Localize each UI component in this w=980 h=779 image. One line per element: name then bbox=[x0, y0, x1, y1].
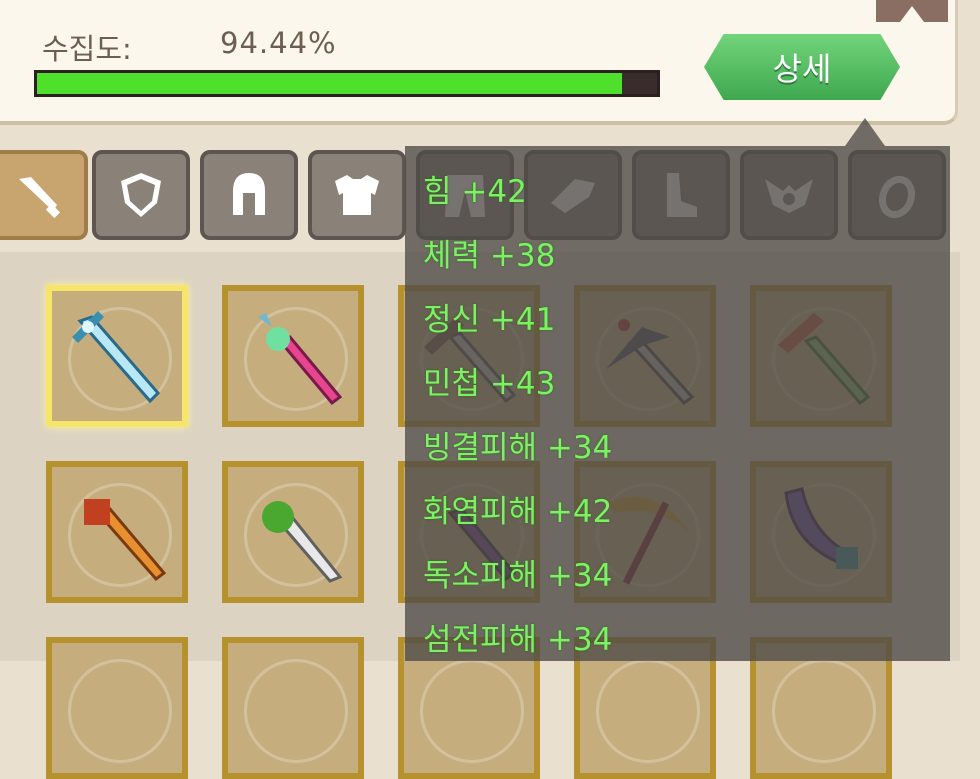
tab-shield[interactable] bbox=[92, 150, 190, 240]
helmet-icon bbox=[233, 173, 265, 215]
leaf-sword-icon bbox=[262, 501, 343, 583]
stat-spirit: 정신 +41 bbox=[423, 302, 556, 338]
item-slot-fire-sword[interactable] bbox=[46, 461, 188, 603]
item-slot-pink-sword[interactable] bbox=[222, 285, 364, 427]
collection-header: 수집도: 94.44% 상세 bbox=[0, 0, 958, 125]
stat-strength: 힘 +42 bbox=[423, 174, 527, 210]
sword-icon bbox=[19, 177, 61, 219]
tab-weapon[interactable] bbox=[0, 150, 88, 240]
item-slot-leaf-sword[interactable] bbox=[222, 461, 364, 603]
collection-label: 수집도: bbox=[42, 32, 132, 66]
tab-helmet[interactable] bbox=[200, 150, 298, 240]
stat-agility: 민첩 +43 bbox=[423, 366, 556, 402]
shield-icon bbox=[121, 173, 161, 217]
ice-sword-icon bbox=[72, 311, 161, 404]
pink-sword-icon bbox=[258, 313, 343, 406]
stat-ice-damage: 빙결피해 +34 bbox=[423, 430, 613, 466]
item-slot[interactable] bbox=[46, 637, 188, 779]
tooltip-pointer bbox=[845, 118, 885, 146]
stat-poison-damage: 독소피해 +34 bbox=[423, 558, 613, 594]
collection-value: 94.44% bbox=[220, 26, 337, 60]
bookmark-icon[interactable] bbox=[876, 0, 948, 22]
item-slot-ice-sword[interactable] bbox=[46, 285, 188, 427]
collection-progress-fill bbox=[37, 73, 623, 94]
stat-lightning-damage: 섬전피해 +34 bbox=[423, 622, 613, 658]
item-slot[interactable] bbox=[222, 637, 364, 779]
stat-fire-damage: 화염피해 +42 bbox=[423, 494, 613, 530]
fire-sword-icon bbox=[84, 499, 167, 582]
armor-icon bbox=[335, 175, 379, 215]
detail-button[interactable]: 상세 bbox=[704, 34, 900, 100]
tab-armor[interactable] bbox=[308, 150, 406, 240]
collection-progress-bar bbox=[34, 70, 660, 97]
stat-vitality: 체력 +38 bbox=[423, 238, 556, 274]
